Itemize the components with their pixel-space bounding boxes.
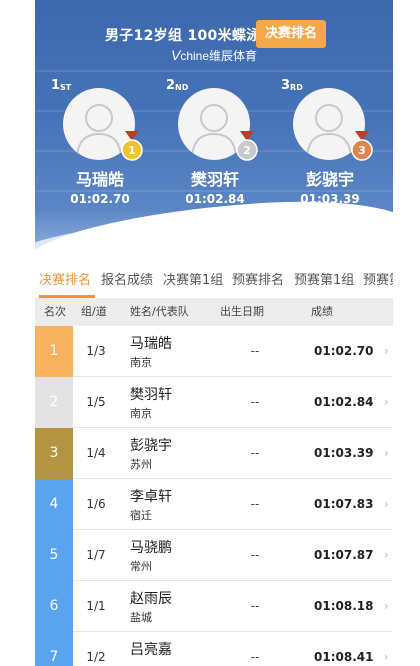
place-label: 2ND <box>166 78 189 93</box>
table-row[interactable]: 5 1/7 马骁鹏 常州 -- 01:07.87 › <box>35 530 393 581</box>
result-time: 01:07.83 <box>314 497 374 511</box>
result-time: 01:08.41 <box>314 650 374 664</box>
podium-time: 01:03.39 <box>300 192 360 206</box>
bronze-medal-icon: 3 <box>351 131 373 161</box>
svg-text:3: 3 <box>358 144 366 157</box>
event-banner: 男子12岁组 100米蝶泳 决赛排名 Vchine维辰体育 1ST 1 马瑞皓 … <box>35 0 393 262</box>
athlete-name: 马骁鹏 <box>130 540 172 556</box>
event-title: 男子12岁组 100米蝶泳 <box>105 28 261 44</box>
table-row[interactable]: 6 1/1 赵雨辰 盐城 -- 01:08.18 › <box>35 581 393 632</box>
tab-prelim-heat-2[interactable]: 预赛第 <box>363 262 393 298</box>
header-name: 姓名/代表队 <box>130 305 189 318</box>
podium-name: 彭骁宇 <box>305 170 354 189</box>
lane-cell: 1/1 <box>86 599 106 613</box>
lane-cell: 1/5 <box>86 395 106 409</box>
pool-lane-line <box>35 70 393 72</box>
dob-cell: -- <box>250 395 260 409</box>
dob-cell: -- <box>250 650 260 664</box>
athlete-name: 吕亮嘉 <box>130 642 172 658</box>
athlete-name: 赵雨辰 <box>130 591 172 607</box>
result-time: 01:02.70 <box>314 344 374 358</box>
dob-cell: -- <box>250 446 260 460</box>
chevron-right-icon[interactable]: › <box>384 632 389 666</box>
chevron-right-icon[interactable]: › <box>384 581 389 632</box>
lane-cell: 1/7 <box>86 548 106 562</box>
podium-time: 01:02.84 <box>185 192 245 206</box>
chevron-right-icon[interactable]: › <box>384 530 389 581</box>
result-time: 01:03.39 <box>314 446 374 460</box>
header-lane: 组/道 <box>81 305 107 318</box>
rank-cell: 3 <box>35 428 73 479</box>
athlete-name: 樊羽轩 <box>130 387 172 403</box>
chevron-right-icon[interactable]: › <box>384 428 389 479</box>
table-row[interactable]: 3 1/4 彭骁宇 苏州 -- 01:03.39 › <box>35 428 393 479</box>
rank-cell: 7 <box>35 632 73 666</box>
team-name: 宿迁 <box>130 509 152 522</box>
final-rank-button[interactable]: 决赛排名 <box>256 20 326 48</box>
lane-cell: 1/3 <box>86 344 106 358</box>
result-time: 01:08.18 <box>314 599 374 613</box>
dob-cell: -- <box>250 344 260 358</box>
athlete-name: 马瑞皓 <box>130 336 172 352</box>
team-name: 南京 <box>130 407 152 420</box>
dob-cell: -- <box>250 599 260 613</box>
podium-third[interactable]: 3RD 3 彭骁宇 01:03.39 <box>265 76 380 216</box>
podium-second[interactable]: 2ND 2 樊羽轩 01:02.84 <box>150 76 265 216</box>
rank-cell: 4 <box>35 479 73 530</box>
team-name: 苏州 <box>130 458 152 471</box>
dob-cell: -- <box>250 497 260 511</box>
team-name: 盐城 <box>130 611 152 624</box>
header-dob: 出生日期 <box>220 305 264 318</box>
lane-cell: 1/2 <box>86 650 106 664</box>
tab-prelim-heat-1[interactable]: 预赛第1组 <box>294 262 354 298</box>
result-time: 01:02.84 <box>314 395 374 409</box>
chevron-right-icon[interactable]: › <box>384 479 389 530</box>
svg-text:2: 2 <box>243 144 251 157</box>
silver-medal-icon: 2 <box>236 131 258 161</box>
result-time: 01:07.87 <box>314 548 374 562</box>
rank-cell: 6 <box>35 581 73 632</box>
chevron-right-icon[interactable]: › <box>384 326 389 377</box>
table-row[interactable]: 2 1/5 樊羽轩 南京 -- 01:02.84 › <box>35 377 393 428</box>
tab-final-rank[interactable]: 决赛排名 <box>39 262 91 298</box>
brand-logo: Vchine维辰体育 <box>170 47 258 63</box>
table-header: 名次 组/道 姓名/代表队 出生日期 成绩 <box>35 298 393 326</box>
lane-cell: 1/4 <box>86 446 106 460</box>
app-frame: 男子12岁组 100米蝶泳 决赛排名 Vchine维辰体育 1ST 1 马瑞皓 … <box>35 0 393 666</box>
place-label: 1ST <box>51 78 72 93</box>
team-name: 南京 <box>130 356 152 369</box>
lane-cell: 1/6 <box>86 497 106 511</box>
chevron-right-icon[interactable]: › <box>384 377 389 428</box>
tab-final-heat-1[interactable]: 决赛第1组 <box>163 262 223 298</box>
rank-cell: 1 <box>35 326 73 377</box>
gold-medal-icon: 1 <box>121 131 143 161</box>
tab-prelim-rank[interactable]: 预赛排名 <box>232 262 284 298</box>
title-row: 男子12岁组 100米蝶泳 决赛排名 <box>35 20 393 48</box>
table-row[interactable]: 1 1/3 马瑞皓 南京 -- 01:02.70 › <box>35 326 393 377</box>
tab-entry-results[interactable]: 报名成绩 <box>101 262 153 298</box>
place-label: 3RD <box>281 78 303 93</box>
rank-cell: 2 <box>35 377 73 428</box>
result-tabs: 决赛排名 报名成绩 决赛第1组 预赛排名 预赛第1组 预赛第 <box>35 262 393 298</box>
athlete-name: 彭骁宇 <box>130 438 172 454</box>
podium-name: 樊羽轩 <box>190 170 239 189</box>
svg-text:1: 1 <box>128 144 136 157</box>
dob-cell: -- <box>250 548 260 562</box>
podium-name: 马瑞皓 <box>75 170 124 189</box>
athlete-name: 李卓轩 <box>130 489 172 505</box>
podium-time: 01:02.70 <box>70 192 130 206</box>
rank-cell: 5 <box>35 530 73 581</box>
header-result: 成绩 <box>311 305 333 318</box>
header-rank: 名次 <box>44 305 66 318</box>
podium-first[interactable]: 1ST 1 马瑞皓 01:02.70 <box>35 76 150 216</box>
table-row[interactable]: 4 1/6 李卓轩 宿迁 -- 01:07.83 › <box>35 479 393 530</box>
team-name: 常州 <box>130 560 152 573</box>
table-row[interactable]: 7 1/2 吕亮嘉 -- 01:08.41 › <box>35 632 393 666</box>
